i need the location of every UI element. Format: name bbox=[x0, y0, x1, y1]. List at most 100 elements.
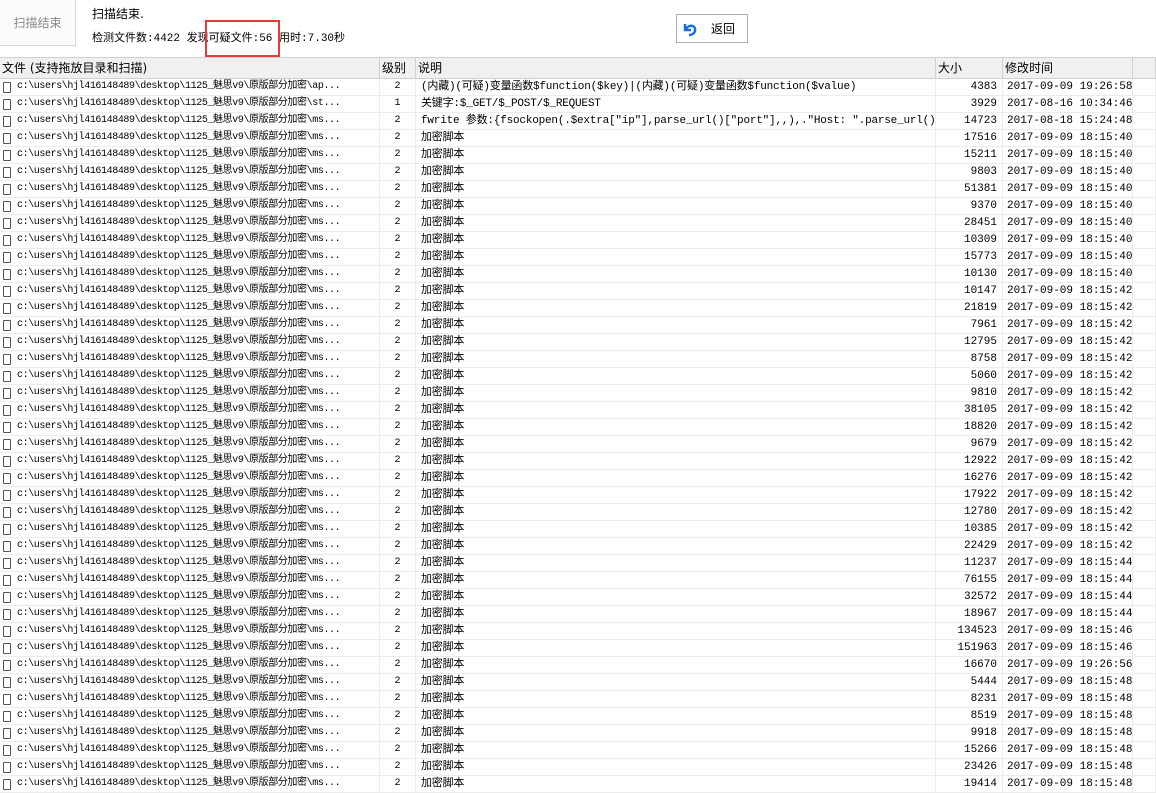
table-row[interactable]: c:\users\hjl416148489\desktop\1125_魅思v9\… bbox=[0, 725, 1156, 742]
level-cell: 2 bbox=[380, 147, 416, 163]
size-cell: 3929 bbox=[936, 96, 1003, 112]
filler-cell bbox=[1133, 504, 1156, 520]
column-header-description[interactable]: 说明 bbox=[416, 58, 936, 78]
filler-cell bbox=[1133, 436, 1156, 452]
table-row[interactable]: c:\users\hjl416148489\desktop\1125_魅思v9\… bbox=[0, 79, 1156, 96]
modified-cell: 2017-09-09 18:15:44 bbox=[1003, 606, 1133, 622]
size-cell: 8519 bbox=[936, 708, 1003, 724]
table-row[interactable]: c:\users\hjl416148489\desktop\1125_魅思v9\… bbox=[0, 130, 1156, 147]
level-cell: 2 bbox=[380, 113, 416, 129]
column-header-file[interactable]: 文件 (支持拖放目录和扫描) bbox=[0, 58, 380, 78]
file-path: c:\users\hjl416148489\desktop\1125_魅思v9\… bbox=[17, 217, 341, 228]
table-row[interactable]: c:\users\hjl416148489\desktop\1125_魅思v9\… bbox=[0, 283, 1156, 300]
table-row[interactable]: c:\users\hjl416148489\desktop\1125_魅思v9\… bbox=[0, 589, 1156, 606]
file-icon bbox=[3, 744, 11, 756]
file-cell: c:\users\hjl416148489\desktop\1125_魅思v9\… bbox=[0, 300, 380, 316]
scan-stop-button[interactable]: 扫描结束 bbox=[0, 0, 76, 46]
modified-cell: 2017-09-09 18:15:42 bbox=[1003, 453, 1133, 469]
size-cell: 12780 bbox=[936, 504, 1003, 520]
table-row[interactable]: c:\users\hjl416148489\desktop\1125_魅思v9\… bbox=[0, 317, 1156, 334]
table-row[interactable]: c:\users\hjl416148489\desktop\1125_魅思v9\… bbox=[0, 215, 1156, 232]
file-cell: c:\users\hjl416148489\desktop\1125_魅思v9\… bbox=[0, 436, 380, 452]
level-cell: 2 bbox=[380, 368, 416, 384]
table-row[interactable]: c:\users\hjl416148489\desktop\1125_魅思v9\… bbox=[0, 419, 1156, 436]
level-cell: 2 bbox=[380, 589, 416, 605]
description-cell: 加密脚本 bbox=[416, 555, 936, 571]
table-row[interactable]: c:\users\hjl416148489\desktop\1125_魅思v9\… bbox=[0, 691, 1156, 708]
table-row[interactable]: c:\users\hjl416148489\desktop\1125_魅思v9\… bbox=[0, 708, 1156, 725]
table-row[interactable]: c:\users\hjl416148489\desktop\1125_魅思v9\… bbox=[0, 657, 1156, 674]
table-row[interactable]: c:\users\hjl416148489\desktop\1125_魅思v9\… bbox=[0, 198, 1156, 215]
description-cell: 加密脚本 bbox=[416, 436, 936, 452]
size-cell: 51381 bbox=[936, 181, 1003, 197]
file-path: c:\users\hjl416148489\desktop\1125_魅思v9\… bbox=[17, 625, 341, 636]
table-row[interactable]: c:\users\hjl416148489\desktop\1125_魅思v9\… bbox=[0, 759, 1156, 776]
table-row[interactable]: c:\users\hjl416148489\desktop\1125_魅思v9\… bbox=[0, 436, 1156, 453]
level-cell: 1 bbox=[380, 96, 416, 112]
table-row[interactable]: c:\users\hjl416148489\desktop\1125_魅思v9\… bbox=[0, 402, 1156, 419]
size-cell: 17516 bbox=[936, 130, 1003, 146]
modified-cell: 2017-09-09 18:15:40 bbox=[1003, 232, 1133, 248]
table-row[interactable]: c:\users\hjl416148489\desktop\1125_魅思v9\… bbox=[0, 453, 1156, 470]
description-cell: fwrite 参数:{fsockopen(.$extra["ip"],parse… bbox=[416, 113, 936, 129]
table-row[interactable]: c:\users\hjl416148489\desktop\1125_魅思v9\… bbox=[0, 232, 1156, 249]
level-cell: 2 bbox=[380, 402, 416, 418]
table-row[interactable]: c:\users\hjl416148489\desktop\1125_魅思v9\… bbox=[0, 555, 1156, 572]
file-icon bbox=[3, 557, 11, 569]
file-icon bbox=[3, 387, 11, 399]
modified-cell: 2017-09-09 18:15:42 bbox=[1003, 283, 1133, 299]
column-header-level[interactable]: 级别 bbox=[380, 58, 416, 78]
table-row[interactable]: c:\users\hjl416148489\desktop\1125_魅思v9\… bbox=[0, 487, 1156, 504]
description-cell: 加密脚本 bbox=[416, 776, 936, 792]
file-icon bbox=[3, 489, 11, 501]
file-cell: c:\users\hjl416148489\desktop\1125_魅思v9\… bbox=[0, 181, 380, 197]
filler-cell bbox=[1133, 657, 1156, 673]
file-path: c:\users\hjl416148489\desktop\1125_魅思v9\… bbox=[17, 557, 341, 568]
table-row[interactable]: c:\users\hjl416148489\desktop\1125_魅思v9\… bbox=[0, 164, 1156, 181]
column-header-modified[interactable]: 修改时间 bbox=[1003, 58, 1133, 78]
file-cell: c:\users\hjl416148489\desktop\1125_魅思v9\… bbox=[0, 640, 380, 656]
filler-cell bbox=[1133, 453, 1156, 469]
size-cell: 76155 bbox=[936, 572, 1003, 588]
table-row[interactable]: c:\users\hjl416148489\desktop\1125_魅思v9\… bbox=[0, 572, 1156, 589]
table-row[interactable]: c:\users\hjl416148489\desktop\1125_魅思v9\… bbox=[0, 504, 1156, 521]
table-row[interactable]: c:\users\hjl416148489\desktop\1125_魅思v9\… bbox=[0, 181, 1156, 198]
description-cell: (内藏)(可疑)变量函数$function($key)|(内藏)(可疑)变量函数… bbox=[416, 79, 936, 95]
file-icon bbox=[3, 676, 11, 688]
description-cell: 加密脚本 bbox=[416, 215, 936, 231]
size-cell: 12795 bbox=[936, 334, 1003, 350]
filler-cell bbox=[1133, 181, 1156, 197]
file-icon bbox=[3, 285, 11, 297]
table-row[interactable]: c:\users\hjl416148489\desktop\1125_魅思v9\… bbox=[0, 368, 1156, 385]
table-row[interactable]: c:\users\hjl416148489\desktop\1125_魅思v9\… bbox=[0, 300, 1156, 317]
table-row[interactable]: c:\users\hjl416148489\desktop\1125_魅思v9\… bbox=[0, 538, 1156, 555]
file-path: c:\users\hjl416148489\desktop\1125_魅思v9\… bbox=[17, 183, 341, 194]
table-row[interactable]: c:\users\hjl416148489\desktop\1125_魅思v9\… bbox=[0, 674, 1156, 691]
table-row[interactable]: c:\users\hjl416148489\desktop\1125_魅思v9\… bbox=[0, 113, 1156, 130]
table-row[interactable]: c:\users\hjl416148489\desktop\1125_魅思v9\… bbox=[0, 623, 1156, 640]
modified-cell: 2017-09-09 18:15:48 bbox=[1003, 708, 1133, 724]
table-row[interactable]: c:\users\hjl416148489\desktop\1125_魅思v9\… bbox=[0, 606, 1156, 623]
table-row[interactable]: c:\users\hjl416148489\desktop\1125_魅思v9\… bbox=[0, 521, 1156, 538]
table-row[interactable]: c:\users\hjl416148489\desktop\1125_魅思v9\… bbox=[0, 334, 1156, 351]
table-row[interactable]: c:\users\hjl416148489\desktop\1125_魅思v9\… bbox=[0, 470, 1156, 487]
table-row[interactable]: c:\users\hjl416148489\desktop\1125_魅思v9\… bbox=[0, 385, 1156, 402]
table-row[interactable]: c:\users\hjl416148489\desktop\1125_魅思v9\… bbox=[0, 147, 1156, 164]
level-cell: 2 bbox=[380, 742, 416, 758]
modified-cell: 2017-09-09 18:15:40 bbox=[1003, 198, 1133, 214]
size-cell: 14723 bbox=[936, 113, 1003, 129]
filler-cell bbox=[1133, 470, 1156, 486]
back-button[interactable]: 返回 bbox=[676, 14, 748, 43]
file-path: c:\users\hjl416148489\desktop\1125_魅思v9\… bbox=[17, 302, 341, 313]
table-row[interactable]: c:\users\hjl416148489\desktop\1125_魅思v9\… bbox=[0, 640, 1156, 657]
modified-cell: 2017-09-09 19:26:56 bbox=[1003, 657, 1133, 673]
column-header-size[interactable]: 大小 bbox=[936, 58, 1003, 78]
table-row[interactable]: c:\users\hjl416148489\desktop\1125_魅思v9\… bbox=[0, 266, 1156, 283]
table-row[interactable]: c:\users\hjl416148489\desktop\1125_魅思v9\… bbox=[0, 96, 1156, 113]
table-row[interactable]: c:\users\hjl416148489\desktop\1125_魅思v9\… bbox=[0, 742, 1156, 759]
table-row[interactable]: c:\users\hjl416148489\desktop\1125_魅思v9\… bbox=[0, 351, 1156, 368]
table-row[interactable]: c:\users\hjl416148489\desktop\1125_魅思v9\… bbox=[0, 249, 1156, 266]
file-path: c:\users\hjl416148489\desktop\1125_魅思v9\… bbox=[17, 404, 341, 415]
file-path: c:\users\hjl416148489\desktop\1125_魅思v9\… bbox=[17, 455, 341, 466]
filler-cell bbox=[1133, 521, 1156, 537]
